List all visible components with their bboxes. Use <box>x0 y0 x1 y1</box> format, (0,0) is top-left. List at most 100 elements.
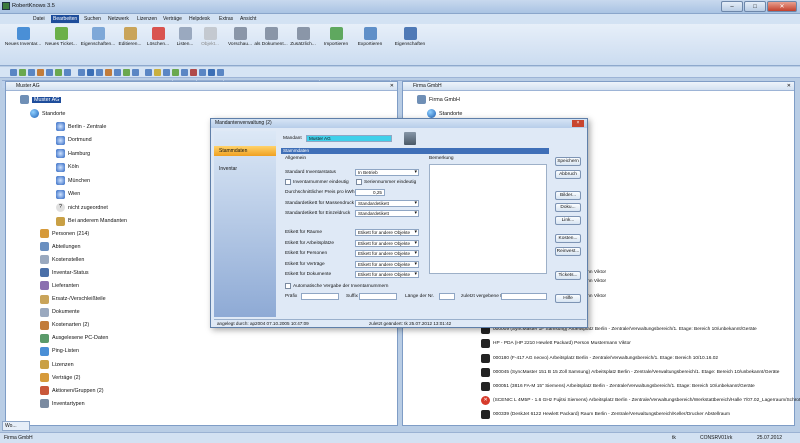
menu-suchen[interactable]: Suchen <box>84 16 101 22</box>
export-button[interactable]: Exportieren <box>354 27 386 53</box>
new-inventory-button[interactable]: Neues Inventar... <box>4 27 42 53</box>
lists-button[interactable]: Listen... <box>174 27 196 53</box>
tree-item[interactable]: Kostenarten (2) <box>40 320 89 330</box>
tree-item[interactable]: Ersatz-/Verschleißteile <box>40 294 106 304</box>
tree-item[interactable]: ✕ (SCENIC L 4M5P - 1.6 GHz Fujitsi Siemen… <box>481 396 800 405</box>
zuletzt-field[interactable] <box>501 293 547 300</box>
tool-icon[interactable] <box>28 69 35 76</box>
tool-icon[interactable] <box>172 69 179 76</box>
tree-item[interactable]: Personen (214) <box>40 229 89 238</box>
global-properties-button[interactable]: Eigenschaften <box>393 27 427 53</box>
tool-icon[interactable] <box>64 69 71 76</box>
tool-icon[interactable] <box>96 69 103 76</box>
tree-item[interactable]: Abteilungen <box>40 242 80 252</box>
panel-close-icon[interactable]: ✕ <box>787 82 791 90</box>
label-select[interactable]: Etikett für andere Objekte <box>355 229 419 236</box>
panel-close-icon[interactable]: ✕ <box>390 82 394 90</box>
reinvest-button[interactable]: Reinvest... <box>555 247 581 256</box>
kwh-price-field[interactable]: 0,25 <box>355 189 385 196</box>
menu-helpdesk[interactable]: Helpdesk <box>189 16 210 22</box>
label-select[interactable]: Etikett für andere Objekte <box>355 239 419 247</box>
tree-item[interactable]: Kostenstellen <box>40 255 84 265</box>
tool-icon[interactable] <box>46 69 53 76</box>
tab-inventar[interactable]: Inventar <box>214 164 276 174</box>
tree-item[interactable]: 000180 (F-417 AG neovo) Arbeitsplatz Ber… <box>481 354 718 363</box>
as-document-button[interactable]: als Dokument... <box>254 27 288 53</box>
maximize-button[interactable]: □ <box>744 1 766 12</box>
window-tab[interactable]: Wo... <box>2 421 30 431</box>
menu-datei[interactable]: Datei <box>33 16 45 22</box>
seriennummer-checkbox[interactable] <box>356 179 362 185</box>
menu-extras[interactable]: Extras <box>219 16 233 22</box>
praefix-field[interactable] <box>301 293 339 300</box>
laenge-field[interactable] <box>439 293 455 300</box>
tool-icon[interactable] <box>55 69 62 76</box>
tree-item[interactable]: 000339 (DeskJet 6122 Hewlett Packard) Ra… <box>481 410 730 419</box>
tool-icon[interactable] <box>217 69 224 76</box>
tree-site[interactable]: Köln <box>56 162 79 172</box>
inventarstatus-select[interactable]: In Betrieb <box>355 169 419 176</box>
tool-icon[interactable] <box>145 69 152 76</box>
edit-button[interactable]: Editieren... <box>117 27 143 53</box>
auto-number-checkbox[interactable] <box>285 283 291 289</box>
tool-icon[interactable] <box>114 69 121 76</box>
properties-button[interactable]: Eigenschaften... <box>79 27 117 53</box>
tree-standorte[interactable]: Standorte <box>30 109 65 118</box>
tool-icon[interactable] <box>190 69 197 76</box>
einzeldruck-select[interactable]: Standardetikett <box>355 210 419 217</box>
tree-item[interactable]: Lieferanten <box>40 281 79 291</box>
link-button[interactable]: Link... <box>555 216 581 225</box>
tool-icon[interactable] <box>181 69 188 76</box>
tree-item[interactable]: 000045 (SyncMaster 151 B 15 Zoll Samsung… <box>481 368 779 377</box>
help-button[interactable]: Hilfe <box>555 294 581 303</box>
dialog-close-button[interactable]: × <box>572 120 584 127</box>
tickets-button[interactable]: Tickets... <box>555 271 581 280</box>
tree-item[interactable]: Aktionen/Gruppen (2) <box>40 386 104 396</box>
tool-icon[interactable] <box>154 69 161 76</box>
tool-icon[interactable] <box>87 69 94 76</box>
menu-netzwerk[interactable]: Netzwerk <box>108 16 129 22</box>
tree-site[interactable]: Berlin - Zentrale <box>56 122 106 131</box>
mandant-field[interactable]: Muster AG <box>306 135 392 142</box>
tree-root[interactable]: Firma GmbH <box>417 95 460 104</box>
tool-icon[interactable] <box>105 69 112 76</box>
additional-print-button[interactable]: Zusätzlich... <box>288 27 318 53</box>
tool-icon[interactable] <box>163 69 170 76</box>
delete-button[interactable]: Löschen... <box>144 27 172 53</box>
tree-standorte[interactable]: Standorte <box>427 109 462 118</box>
tree-item[interactable]: 000051 (3816 FA-M 15" Siemens) Arbeitspl… <box>481 382 755 391</box>
tree-site[interactable]: Hamburg <box>56 149 90 158</box>
cancel-button[interactable]: Abbruch <box>555 170 581 179</box>
save-button[interactable]: Speichern <box>555 157 581 166</box>
tool-icon[interactable] <box>10 69 17 76</box>
tool-icon[interactable] <box>78 69 85 76</box>
bemerkung-textarea[interactable] <box>429 164 547 274</box>
tree-item[interactable]: Verträge (2) <box>40 373 80 383</box>
suffix-field[interactable] <box>359 293 397 300</box>
tree-site[interactable]: ? nicht zugeordnet <box>56 203 108 212</box>
massendruck-select[interactable]: Standardetikett <box>355 200 419 207</box>
tool-icon[interactable] <box>199 69 206 76</box>
import-button[interactable]: Importieren <box>320 27 352 53</box>
menu-ansicht[interactable]: Ansicht <box>240 16 256 22</box>
tree-site[interactable]: Bei anderem Mandanten <box>56 216 127 226</box>
minimize-button[interactable]: – <box>721 1 743 12</box>
tree-item[interactable]: Inventar-Status <box>40 268 89 278</box>
label-select[interactable]: Etikett für andere Objekte <box>355 260 419 268</box>
tree-item[interactable]: Ping-Listen <box>40 346 79 356</box>
tool-icon[interactable] <box>37 69 44 76</box>
tool-icon[interactable] <box>19 69 26 76</box>
tree-site[interactable]: Dortmund <box>56 135 92 145</box>
tool-icon[interactable] <box>132 69 139 76</box>
tree-item[interactable]: HP - PDA (HP 2210 Hewlett Packard) Perso… <box>481 339 631 348</box>
tool-icon[interactable] <box>123 69 130 76</box>
tree-item[interactable]: Lizenzen <box>40 360 74 369</box>
costs-button[interactable]: Kosten... <box>555 234 581 243</box>
new-ticket-button[interactable]: Neues Ticket... <box>44 27 78 53</box>
tree-item[interactable]: Inventartypen <box>40 399 85 409</box>
menu-vertraege[interactable]: Verträge <box>163 16 182 22</box>
preview-button[interactable]: Vorschau... <box>226 27 254 53</box>
documents-button[interactable]: Doku... <box>555 203 581 212</box>
tool-icon[interactable] <box>208 69 215 76</box>
tab-stammdaten[interactable]: Stammdaten <box>214 146 276 156</box>
